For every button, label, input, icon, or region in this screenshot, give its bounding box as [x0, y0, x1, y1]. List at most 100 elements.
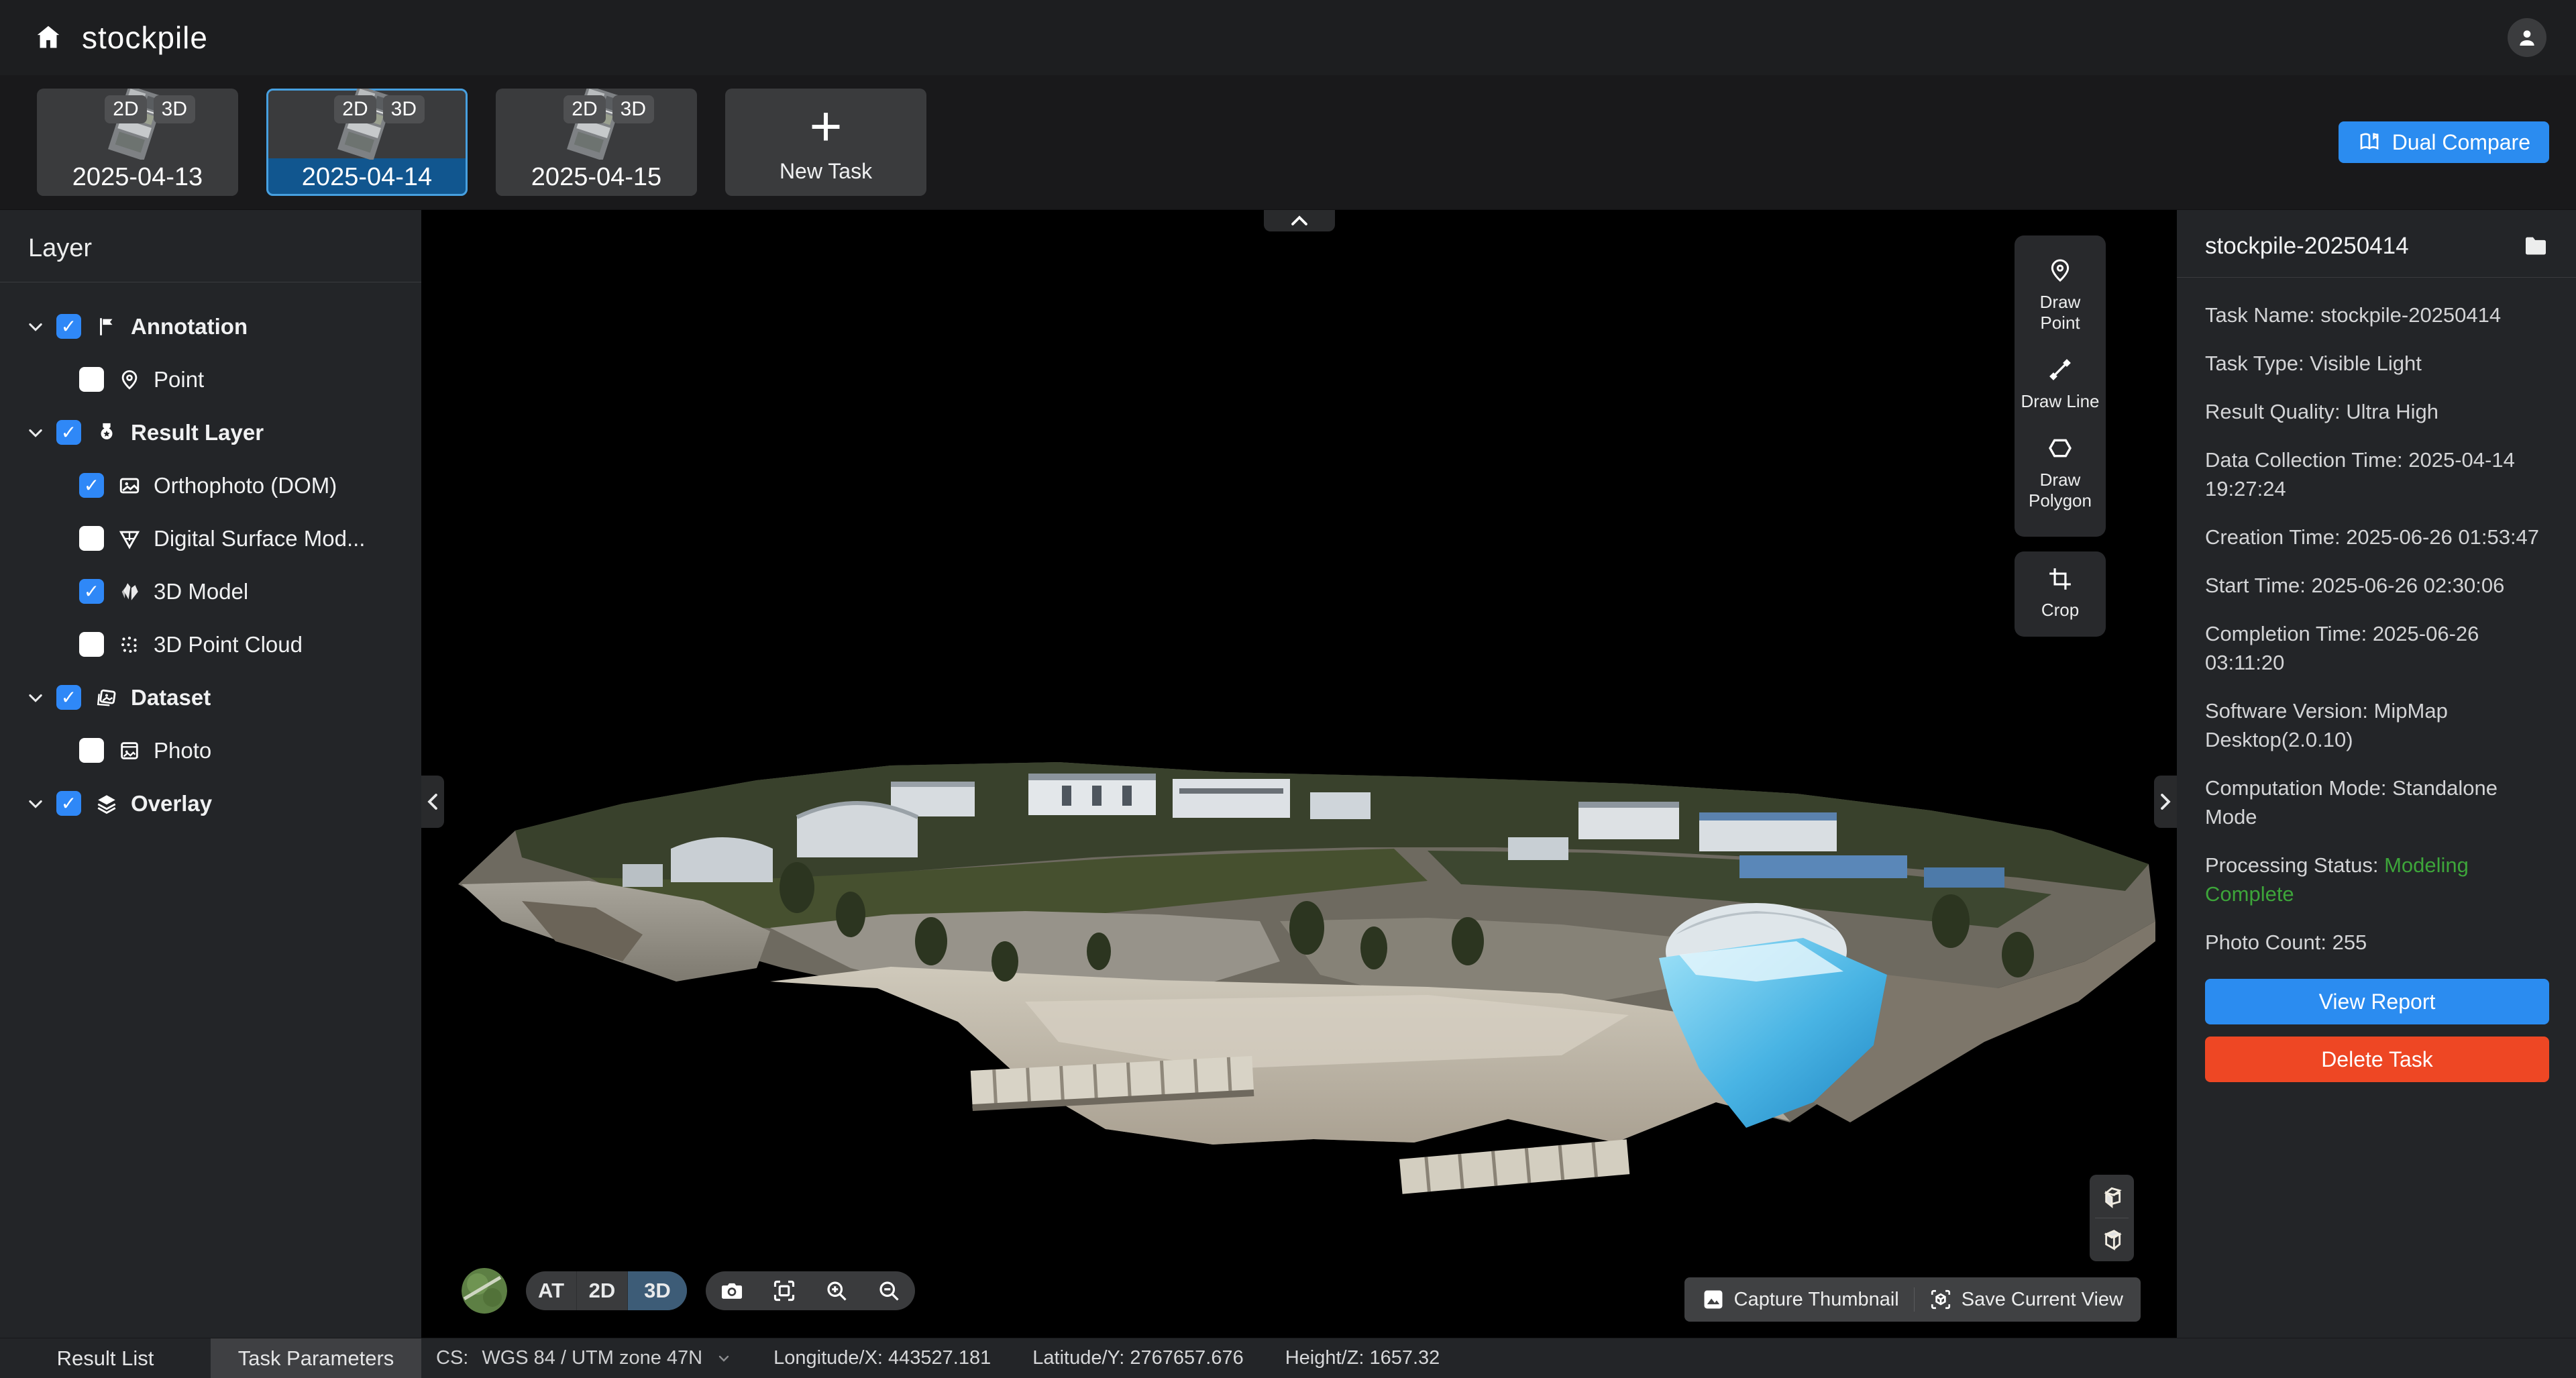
- draw-tools-panel: Draw Point Draw Line Draw Polygon Crop: [2015, 235, 2106, 637]
- badge-3d[interactable]: 3D: [383, 95, 425, 123]
- checkbox-dataset[interactable]: ✓: [56, 685, 81, 710]
- folder-icon[interactable]: [2522, 233, 2549, 260]
- task-details-panel: stockpile-20250414 Task Name: stockpile-…: [2177, 210, 2576, 1338]
- layer-row-photo: ✓ Photo: [0, 724, 421, 777]
- layer-row-point-cloud: ✓ 3D Point Cloud: [0, 618, 421, 671]
- delete-task-button[interactable]: Delete Task: [2205, 1037, 2549, 1082]
- collapse-left-handle[interactable]: [421, 776, 444, 828]
- processing-status-row: Processing Status: Modeling Complete: [2205, 851, 2549, 908]
- task-card-2025-04-15[interactable]: 2D 3D 2025-04-15: [496, 89, 697, 196]
- task-thumbnail: 2D 3D: [37, 89, 238, 158]
- completion-time-row: Completion Time: 2025-06-26 03:11:20: [2205, 619, 2549, 677]
- layer-panel: Layer ✓ Annotation ✓ Point: [0, 210, 421, 1338]
- checkbox-photo[interactable]: ✓: [79, 738, 104, 763]
- draw-polygon-button[interactable]: Draw Polygon: [2019, 425, 2102, 525]
- latitude-readout: Latitude/Y: 2767657.676: [1032, 1347, 1243, 1369]
- layer-tree: ✓ Annotation ✓ Point ✓: [0, 282, 421, 830]
- layers-icon: [93, 790, 120, 817]
- status-bar: CS: WGS 84 / UTM zone 47N Longitude/X: 4…: [421, 1338, 2576, 1378]
- view-report-button[interactable]: View Report: [2205, 979, 2549, 1024]
- mode-2d-button[interactable]: 2D: [577, 1271, 628, 1310]
- capture-image-icon: [1702, 1288, 1725, 1311]
- user-avatar[interactable]: [2508, 18, 2546, 57]
- layer-row-3d-model: ✓ 3D Model: [0, 565, 421, 618]
- chevron-right-icon: [2159, 792, 2172, 812]
- footer-tabs: Result List Task Parameters: [0, 1338, 421, 1378]
- layer-row-dataset: ✓ Dataset: [0, 671, 421, 724]
- image-icon: [116, 472, 143, 499]
- layer-row-orthophoto: ✓ Orthophoto (DOM): [0, 459, 421, 512]
- draw-line-button[interactable]: Draw Line: [2021, 347, 2099, 425]
- coordinate-system-select[interactable]: CS: WGS 84 / UTM zone 47N: [436, 1347, 732, 1369]
- new-task-button[interactable]: + New Task: [725, 89, 926, 196]
- mode-at-button[interactable]: AT: [526, 1271, 577, 1310]
- cube-view-side-button[interactable]: [2090, 1218, 2134, 1261]
- collapse-top-handle[interactable]: [1264, 210, 1335, 231]
- task-thumbnail: 2D 3D: [496, 89, 697, 158]
- zoom-out-button[interactable]: [863, 1271, 915, 1310]
- checkbox-dsm[interactable]: ✓: [79, 526, 104, 551]
- crop-button[interactable]: Crop: [2041, 562, 2079, 626]
- chevron-down-icon[interactable]: [25, 688, 46, 708]
- task-date: 2025-04-14: [266, 158, 468, 196]
- cube-view-top-button[interactable]: [2090, 1175, 2134, 1218]
- capture-save-bar: Capture Thumbnail Save Current View: [1684, 1277, 2141, 1322]
- tab-result-list[interactable]: Result List: [0, 1338, 211, 1378]
- flag-icon: [93, 313, 120, 340]
- layer-panel-title: Layer: [0, 210, 421, 282]
- checkbox-result-layer[interactable]: ✓: [56, 420, 81, 445]
- computation-mode-row: Computation Mode: Standalone Mode: [2205, 774, 2549, 831]
- camera-icon: [719, 1278, 745, 1304]
- minimap-thumbnail[interactable]: [462, 1268, 507, 1314]
- tab-task-parameters[interactable]: Task Parameters: [211, 1338, 421, 1378]
- checkbox-annotation[interactable]: ✓: [56, 314, 81, 339]
- screenshot-button[interactable]: [706, 1271, 758, 1310]
- layer-row-result-layer: ✓ Result Layer: [0, 406, 421, 459]
- badge-2d[interactable]: 2D: [564, 95, 605, 123]
- badge-2d[interactable]: 2D: [334, 95, 376, 123]
- chevron-down-icon: [716, 1350, 732, 1367]
- map-pin-icon: [116, 366, 143, 393]
- checkbox-point[interactable]: ✓: [79, 367, 104, 392]
- draw-point-button[interactable]: Draw Point: [2019, 248, 2102, 347]
- checkbox-overlay[interactable]: ✓: [56, 791, 81, 816]
- checkbox-3d-model[interactable]: ✓: [79, 579, 104, 604]
- badge-3d[interactable]: 3D: [612, 95, 654, 123]
- fit-view-button[interactable]: [758, 1271, 810, 1310]
- layer-row-dsm: ✓ Digital Surface Mod...: [0, 512, 421, 565]
- top-bar: stockpile: [0, 0, 2576, 75]
- task-details-title: stockpile-20250414: [2205, 233, 2409, 260]
- dual-compare-button[interactable]: Dual Compare: [2339, 121, 2549, 163]
- chevron-down-icon[interactable]: [25, 423, 46, 443]
- task-type-row: Task Type: Visible Light: [2205, 349, 2549, 378]
- chevron-down-icon[interactable]: [25, 317, 46, 337]
- save-view-cube-icon: [1929, 1288, 1952, 1311]
- fit-frame-icon: [772, 1279, 796, 1303]
- home-icon[interactable]: [30, 19, 67, 56]
- viewer-toolbar: AT 2D 3D: [462, 1268, 915, 1314]
- chevron-left-icon: [426, 792, 439, 812]
- save-current-view-button[interactable]: Save Current View: [1929, 1288, 2123, 1311]
- badge-3d[interactable]: 3D: [154, 95, 195, 123]
- badge-2d[interactable]: 2D: [105, 95, 146, 123]
- mode-3d-button[interactable]: 3D: [628, 1271, 687, 1310]
- checkbox-orthophoto[interactable]: ✓: [79, 473, 104, 498]
- 3d-viewport[interactable]: Draw Point Draw Line Draw Polygon Crop: [421, 210, 2177, 1338]
- task-card-2025-04-14-selected[interactable]: 2D 3D 2025-04-14: [266, 89, 468, 196]
- start-time-row: Start Time: 2025-06-26 02:30:06: [2205, 571, 2549, 600]
- capture-thumbnail-button[interactable]: Capture Thumbnail: [1702, 1288, 1899, 1311]
- layer-row-point: ✓ Point: [0, 353, 421, 406]
- chevron-down-icon[interactable]: [25, 794, 46, 814]
- cs-label: CS:: [436, 1347, 468, 1369]
- task-card-2025-04-13[interactable]: 2D 3D 2025-04-13: [37, 89, 238, 196]
- collapse-right-handle[interactable]: [2154, 776, 2177, 828]
- footer-bar: Result List Task Parameters CS: WGS 84 /…: [0, 1338, 2576, 1378]
- task-detail-rows: Task Name: stockpile-20250414 Task Type:…: [2205, 278, 2549, 976]
- software-version-row: Software Version: MipMap Desktop(2.0.10): [2205, 696, 2549, 754]
- plus-icon: +: [809, 101, 842, 151]
- zoom-in-icon: [824, 1279, 849, 1303]
- 3d-model-render: [421, 210, 2177, 1338]
- task-date: 2025-04-13: [37, 158, 238, 196]
- zoom-in-button[interactable]: [810, 1271, 863, 1310]
- checkbox-point-cloud[interactable]: ✓: [79, 632, 104, 657]
